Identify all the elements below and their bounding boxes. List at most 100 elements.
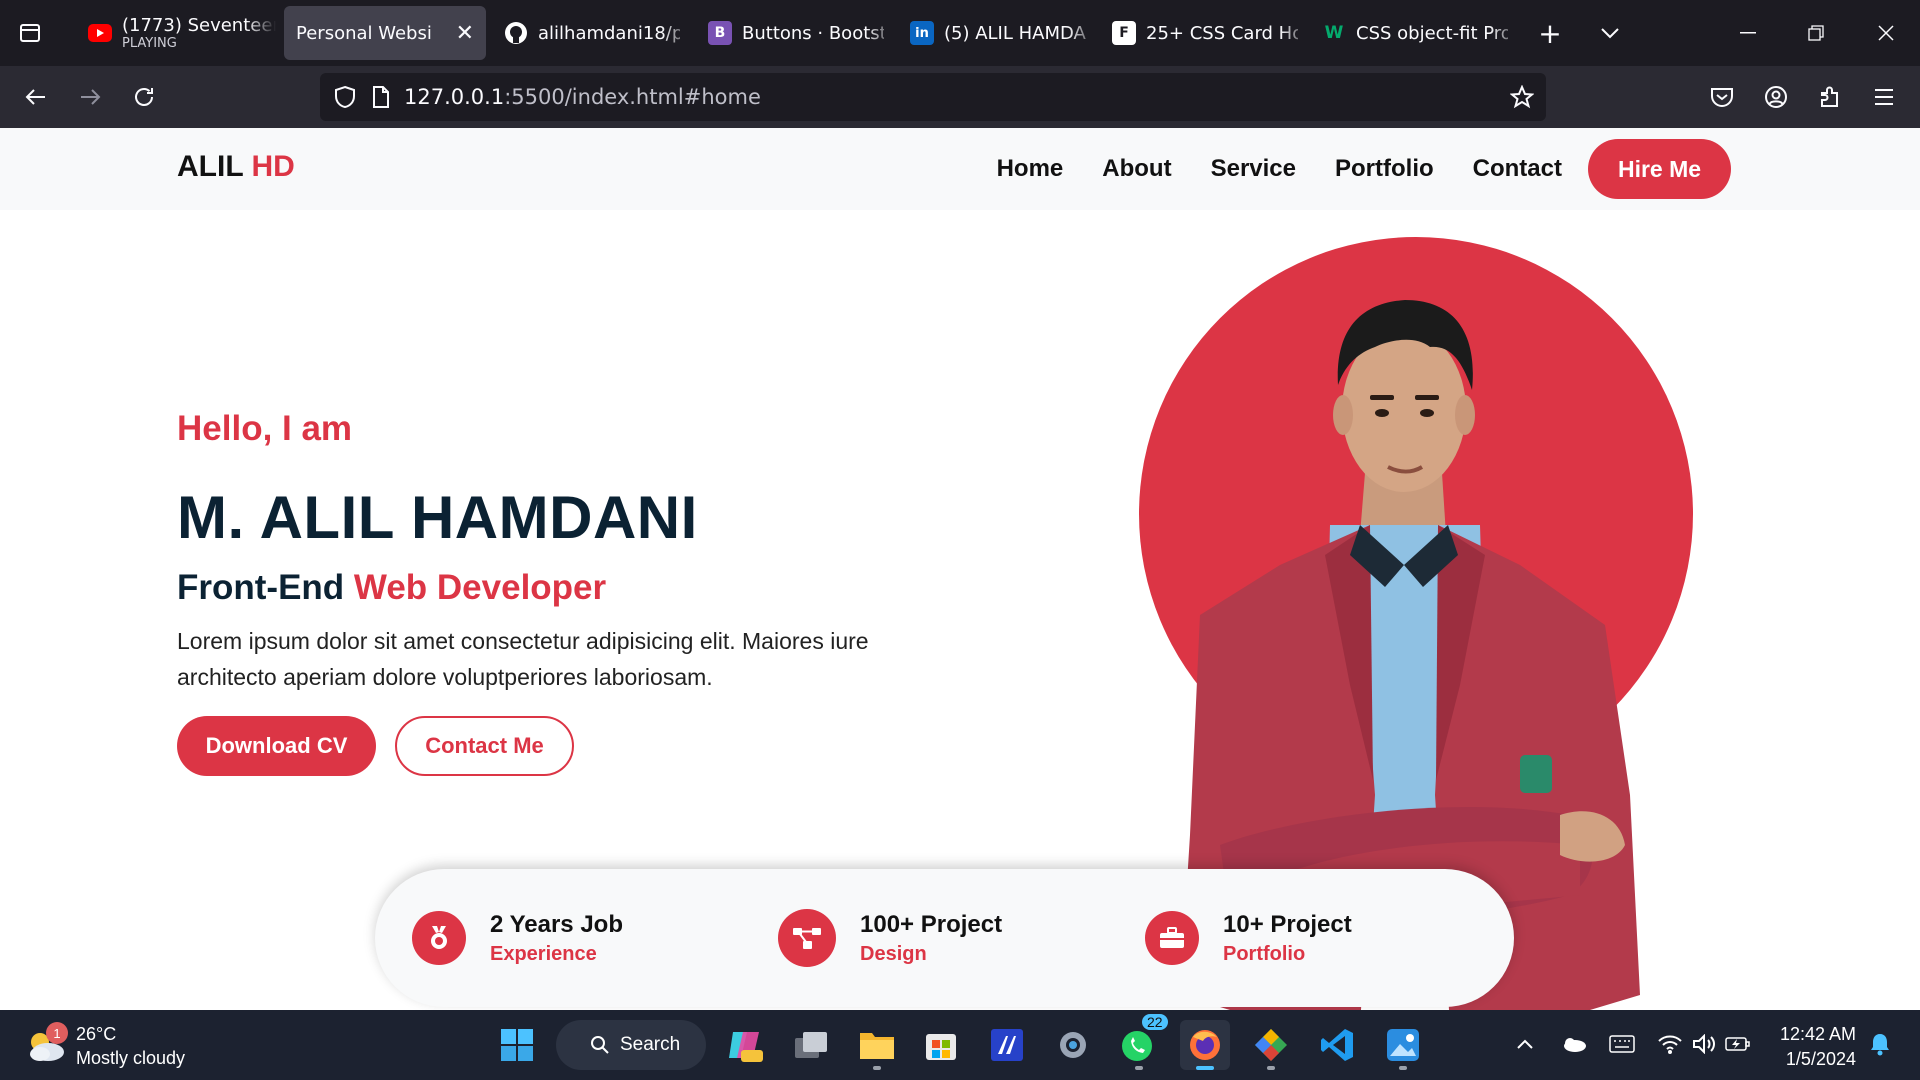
cloudy-weather-icon: 1 [26, 1022, 68, 1064]
forward-button[interactable] [63, 70, 117, 124]
windows-logo-icon [501, 1029, 533, 1061]
tab-list-button[interactable] [0, 0, 60, 66]
volume-tray[interactable] [1686, 1026, 1722, 1062]
logo-accent: HD [251, 150, 295, 183]
list-all-tabs-button[interactable] [1580, 0, 1640, 66]
nav-about[interactable]: About [1102, 155, 1171, 183]
store-icon [926, 1034, 956, 1060]
settings-app[interactable] [1048, 1020, 1098, 1070]
show-hidden-icons-button[interactable] [1507, 1026, 1543, 1062]
hero-description: Lorem ipsum dolor sit amet consectetur a… [177, 628, 869, 690]
taskbar-clock[interactable]: 12:42 AM 1/5/2024 [1772, 1022, 1856, 1072]
tab-linkedin[interactable]: in (5) ALIL HAMDAN [898, 6, 1098, 60]
briefcase-icon [1145, 911, 1199, 965]
tab-youtube[interactable]: (1773) Seventeen PLAYING [76, 6, 276, 60]
task-view-app[interactable] [786, 1020, 836, 1070]
start-button[interactable] [492, 1020, 542, 1070]
tab-bootstrap[interactable]: B Buttons · Bootstra [696, 6, 896, 60]
notifications-button[interactable] [1862, 1026, 1898, 1062]
reload-button[interactable] [117, 70, 171, 124]
address-bar[interactable]: 127.0.0.1:5500/index.html#home [320, 73, 1546, 121]
back-arrow-icon [25, 89, 45, 105]
github-icon [504, 21, 528, 45]
new-tab-button[interactable]: + [1520, 0, 1580, 66]
nav-contact[interactable]: Contact [1473, 155, 1562, 183]
page-info-icon[interactable] [372, 86, 390, 108]
stats-bar: 2 Years Job Experience 100+ Project Desi… [375, 869, 1514, 1007]
keyboard-tray[interactable] [1604, 1026, 1640, 1062]
site-logo[interactable]: ALIL HD [177, 150, 295, 184]
hero-role: Front-End Web Developer [177, 568, 606, 608]
pocket-icon [1711, 88, 1733, 107]
stat-title: 2 Years Job [490, 910, 623, 938]
nav-home[interactable]: Home [997, 155, 1064, 183]
stat-subtitle: Experience [490, 942, 597, 965]
microsoft-store-app[interactable] [916, 1020, 966, 1070]
file-explorer-app[interactable] [852, 1020, 902, 1070]
onedrive-tray[interactable] [1556, 1026, 1592, 1062]
tab-github[interactable]: alilhamdani18/per [492, 6, 692, 60]
tab-title: 25+ CSS Card Hov [1146, 22, 1298, 44]
restore-button[interactable] [1782, 0, 1850, 66]
firefox-app[interactable] [1180, 1020, 1230, 1070]
role-main: Front-End [177, 568, 345, 607]
stat-experience: 2 Years Job Experience [412, 869, 623, 1007]
whatsapp-badge: 22 [1142, 1014, 1168, 1030]
close-window-button[interactable] [1852, 0, 1920, 66]
copilot-app[interactable] [720, 1020, 770, 1070]
search-label: Search [620, 1034, 681, 1055]
clock-time: 12:42 AM [1779, 1024, 1856, 1044]
stat-portfolio: 10+ Project Portfolio [1145, 869, 1352, 1007]
reload-icon [135, 88, 153, 106]
logo-main: ALIL [177, 150, 244, 183]
hire-me-button[interactable]: Hire Me [1588, 139, 1731, 199]
weather-widget[interactable]: 1 26°C Mostly cloudy [26, 1022, 185, 1070]
wifi-tray[interactable] [1652, 1026, 1688, 1062]
weather-alert-badge: 1 [46, 1022, 68, 1044]
minimize-button[interactable] [1714, 0, 1782, 66]
tab-title: Personal Website [296, 22, 432, 44]
whatsapp-icon [1122, 1031, 1152, 1061]
account-button[interactable] [1752, 73, 1800, 121]
site-header: ALIL HD Home About Service Portfolio Con… [0, 128, 1920, 210]
clock-date: 1/5/2024 [1785, 1049, 1856, 1069]
url-path: :5500/index.html#home [504, 85, 761, 109]
task-view-icon [795, 1032, 827, 1058]
extensions-button[interactable] [1806, 73, 1854, 121]
web-page: ALIL HD Home About Service Portfolio Con… [0, 128, 1920, 1010]
stat-title: 10+ Project [1223, 910, 1352, 938]
puzzle-icon [1821, 86, 1838, 107]
vscode-app[interactable] [1312, 1020, 1362, 1070]
tab-freefrontend[interactable]: F 25+ CSS Card Hov [1100, 6, 1310, 60]
contact-me-button[interactable]: Contact Me [395, 716, 574, 776]
wifi-icon [1658, 1035, 1682, 1054]
pocket-button[interactable] [1698, 73, 1746, 121]
tab-w3schools[interactable]: W CSS object-fit Prop [1310, 6, 1520, 60]
back-button[interactable] [9, 70, 63, 124]
bootstrap-icon: B [708, 21, 732, 45]
photos-app[interactable] [1378, 1020, 1428, 1070]
bookmark-star-icon[interactable] [1510, 85, 1534, 109]
app-menu-button[interactable] [1860, 73, 1908, 121]
url-text[interactable]: 127.0.0.1:5500/index.html#home [404, 85, 761, 109]
tab-list-icon [20, 24, 40, 42]
tab-title: CSS object-fit Prop [1356, 22, 1508, 44]
nav-service[interactable]: Service [1211, 155, 1296, 183]
stat-subtitle: Design [860, 942, 927, 965]
forward-arrow-icon [81, 89, 101, 105]
download-cv-button[interactable]: Download CV [177, 716, 376, 776]
shield-icon[interactable] [334, 85, 356, 109]
close-tab-icon[interactable]: ✕ [456, 21, 474, 46]
codex-app[interactable] [982, 1020, 1032, 1070]
restore-icon [1808, 25, 1824, 41]
whatsapp-app[interactable]: 22 [1114, 1014, 1168, 1070]
battery-tray[interactable] [1720, 1026, 1756, 1062]
taskbar-search[interactable]: Search [556, 1020, 706, 1070]
folder-icon [860, 1033, 894, 1059]
tab-personal-website[interactable]: Personal Website ✕ [284, 6, 486, 60]
app-tile-icon [991, 1029, 1023, 1061]
linkedin-icon: in [910, 21, 934, 45]
nav-portfolio[interactable]: Portfolio [1335, 155, 1434, 183]
git-app[interactable] [1246, 1020, 1296, 1070]
gear-icon [1060, 1032, 1086, 1058]
